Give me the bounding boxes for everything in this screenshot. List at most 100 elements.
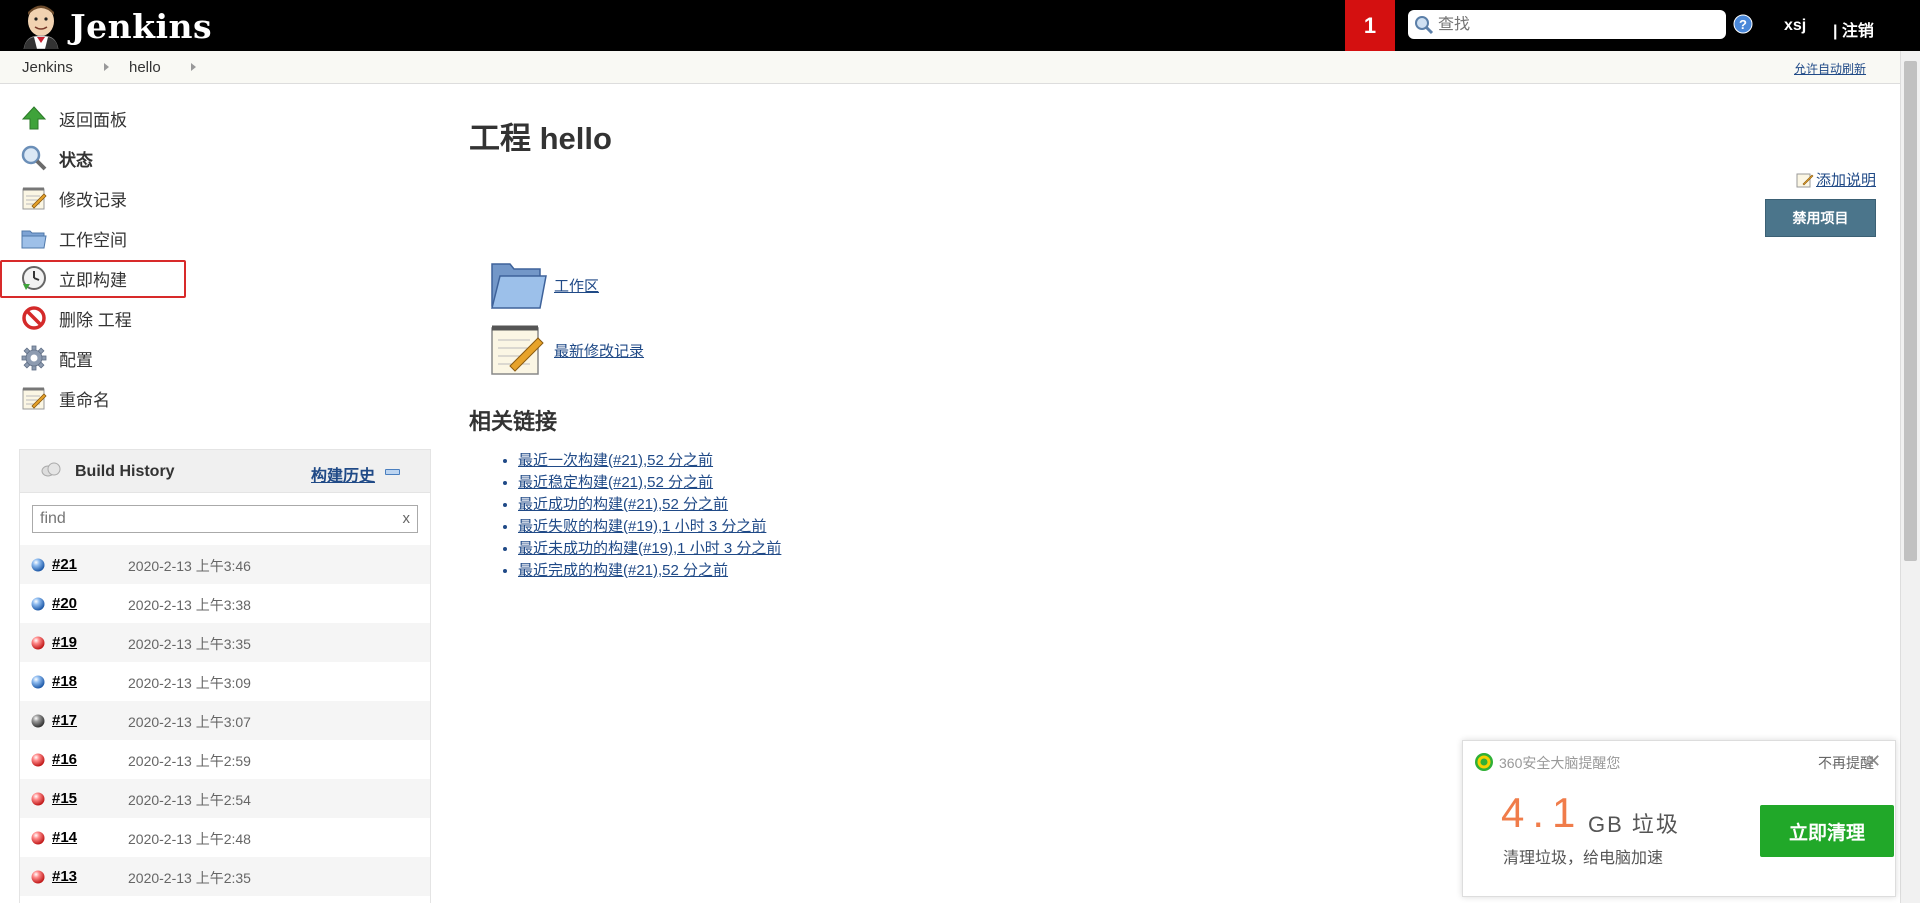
logout-link[interactable]: | 注销 xyxy=(1833,17,1874,41)
scrollbar-thumb[interactable] xyxy=(1904,61,1917,561)
related-link[interactable]: 最近成功的构建(#21),52 分之前 xyxy=(518,496,728,513)
build-status-blue-icon xyxy=(31,675,45,689)
task-label: 修改记录 xyxy=(59,190,127,210)
task-delete-project[interactable]: 删除 工程 xyxy=(20,303,132,333)
breadcrumb-hello[interactable]: hello xyxy=(129,59,161,76)
junk-unit: GB 垃圾 xyxy=(1588,812,1680,837)
related-link[interactable]: 最近稳定构建(#21),52 分之前 xyxy=(518,474,713,491)
task-label: 删除 工程 xyxy=(59,310,132,330)
disable-project-button[interactable]: 禁用项目 xyxy=(1765,199,1876,237)
user-link[interactable]: xsj xyxy=(1784,17,1806,35)
build-number[interactable]: #18 xyxy=(52,673,77,690)
build-date[interactable]: 2020-2-13 上午2:48 xyxy=(128,829,251,849)
build-number[interactable]: #21 xyxy=(52,556,77,573)
build-row[interactable]: #20 2020-2-13 上午3:38 xyxy=(20,584,430,623)
clear-filter-icon[interactable]: x xyxy=(403,510,411,527)
build-date[interactable]: 2020-2-13 上午3:35 xyxy=(128,634,251,654)
workspace-link[interactable]: 工作区 xyxy=(488,258,599,312)
cloud-icon xyxy=(41,462,61,477)
build-number[interactable]: #14 xyxy=(52,829,77,846)
build-row[interactable]: #13 2020-2-13 上午2:35 xyxy=(20,857,430,896)
task-status[interactable]: 状态 xyxy=(20,143,93,173)
build-number[interactable]: #16 xyxy=(52,751,77,768)
related-link[interactable]: 最近失败的构建(#19),1 小时 3 分之前 xyxy=(518,518,766,535)
notepad-icon xyxy=(22,187,47,210)
task-workspace[interactable]: 工作空间 xyxy=(20,223,127,253)
popup-subtitle: 清理垃圾，给电脑加速 xyxy=(1503,850,1664,867)
collapse-icon[interactable] xyxy=(385,469,400,475)
breadcrumb-arrow-icon[interactable] xyxy=(104,63,109,71)
build-row[interactable]: #14 2020-2-13 上午2:48 xyxy=(20,818,430,857)
build-status-red-icon xyxy=(31,753,45,767)
latest-changes-link[interactable]: 最新修改记录 xyxy=(488,322,644,378)
task-rename[interactable]: 重命名 xyxy=(20,383,110,413)
list-item: 最近成功的构建(#21),52 分之前 xyxy=(518,493,781,515)
build-date[interactable]: 2020-2-13 上午3:38 xyxy=(128,595,251,615)
related-link[interactable]: 最近完成的构建(#21),52 分之前 xyxy=(518,562,728,579)
breadcrumb-jenkins[interactable]: Jenkins xyxy=(22,59,73,76)
close-icon[interactable]: ✕ xyxy=(1866,751,1881,772)
list-item: 最近失败的构建(#19),1 小时 3 分之前 xyxy=(518,515,781,537)
build-status-red-icon xyxy=(31,792,45,806)
page-title: 工程 hello xyxy=(469,121,612,156)
build-number[interactable]: #17 xyxy=(52,712,77,729)
add-description-link[interactable]: 添加说明 xyxy=(1796,169,1876,190)
task-label: 配置 xyxy=(59,350,93,370)
app-title: Jenkins xyxy=(70,6,213,46)
build-row[interactable]: #18 2020-2-13 上午3:09 xyxy=(20,662,430,701)
build-history-widget: Build History 构建历史 x #21 2020-2-13 上午3:46… xyxy=(19,449,431,903)
popup-title: 360安全大脑提醒您 xyxy=(1499,755,1621,771)
task-configure[interactable]: 配置 xyxy=(20,343,93,373)
build-date[interactable]: 2020-2-13 上午3:46 xyxy=(128,556,251,576)
build-number[interactable]: #15 xyxy=(52,790,77,807)
search-input[interactable] xyxy=(1438,15,1718,34)
build-status-red-icon xyxy=(31,831,45,845)
task-label: 重命名 xyxy=(59,390,110,410)
build-status-blue-icon xyxy=(31,558,45,572)
build-trend-link[interactable]: 构建历史 xyxy=(311,462,375,486)
folder-icon xyxy=(21,230,47,249)
search-icon xyxy=(21,145,47,171)
build-date[interactable]: 2020-2-13 上午2:35 xyxy=(128,868,251,888)
auto-refresh-link[interactable]: 允许自动刷新 xyxy=(1794,60,1866,77)
build-row[interactable]: #21 2020-2-13 上午3:46 xyxy=(20,545,430,584)
breadcrumb-arrow-icon[interactable] xyxy=(191,63,196,71)
notification-badge[interactable]: 1 xyxy=(1345,0,1395,51)
svg-text:?: ? xyxy=(1739,17,1747,32)
related-link[interactable]: 最近未成功的构建(#19),1 小时 3 分之前 xyxy=(518,540,781,557)
build-date[interactable]: 2020-2-13 上午3:07 xyxy=(128,712,251,732)
build-row[interactable]: #16 2020-2-13 上午2:59 xyxy=(20,740,430,779)
build-number[interactable]: #13 xyxy=(52,868,77,885)
build-history-title: Build History xyxy=(75,463,175,480)
task-changes[interactable]: 修改记录 xyxy=(20,183,127,213)
folder-icon xyxy=(491,263,547,309)
task-back-to-dashboard[interactable]: 返回面板 xyxy=(20,103,127,133)
clean-now-button[interactable]: 立即清理 xyxy=(1760,805,1894,857)
build-status-red-icon xyxy=(31,870,45,884)
scrollbar[interactable] xyxy=(1900,51,1920,903)
list-item: 最近稳定构建(#21),52 分之前 xyxy=(518,471,781,493)
build-row[interactable]: #19 2020-2-13 上午3:35 xyxy=(20,623,430,662)
build-status-blue-icon xyxy=(31,597,45,611)
task-label: 返回面板 xyxy=(59,110,127,130)
list-item: 最近完成的构建(#21),52 分之前 xyxy=(518,559,781,581)
jenkins-logo[interactable]: Jenkins xyxy=(20,3,212,49)
build-row[interactable]: #17 2020-2-13 上午3:07 xyxy=(20,701,430,740)
related-link[interactable]: 最近一次构建(#21),52 分之前 xyxy=(518,452,713,469)
help-icon[interactable]: ? xyxy=(1733,14,1753,34)
build-date[interactable]: 2020-2-13 上午2:59 xyxy=(128,751,251,771)
build-date[interactable]: 2020-2-13 上午3:09 xyxy=(128,673,251,693)
build-row[interactable]: #15 2020-2-13 上午2:54 xyxy=(20,779,430,818)
360-logo-icon xyxy=(1475,753,1493,771)
build-number[interactable]: #20 xyxy=(52,595,77,612)
notepad-icon xyxy=(22,387,47,410)
build-date[interactable]: 2020-2-13 上午2:54 xyxy=(128,790,251,810)
list-item: 最近未成功的构建(#19),1 小时 3 分之前 xyxy=(518,537,781,559)
build-status-grey-icon xyxy=(31,714,45,728)
search-box[interactable] xyxy=(1408,10,1726,39)
up-arrow-icon xyxy=(21,106,47,130)
build-filter-input[interactable] xyxy=(33,506,383,532)
build-filter[interactable]: x xyxy=(32,505,418,533)
build-number[interactable]: #19 xyxy=(52,634,77,651)
related-links-list: 最近一次构建(#21),52 分之前 最近稳定构建(#21),52 分之前 最近… xyxy=(518,449,781,581)
